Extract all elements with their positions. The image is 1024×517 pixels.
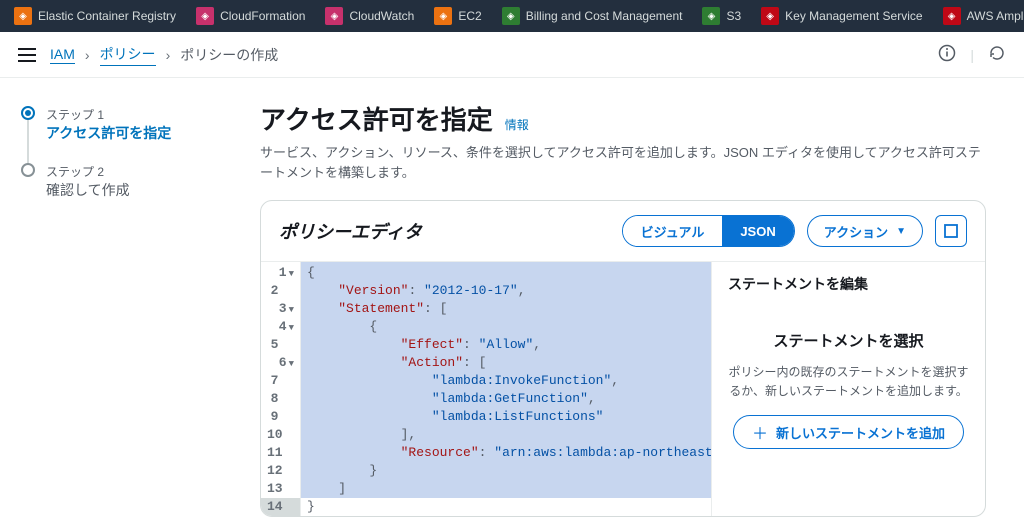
line-number: 10 bbox=[261, 426, 300, 444]
service-nav-item-amplify[interactable]: ◈ AWS Amplify bbox=[933, 0, 1024, 32]
line-number: 8 bbox=[261, 390, 300, 408]
line-number: 1▼ bbox=[261, 264, 300, 282]
line-number: 2 bbox=[261, 282, 300, 300]
fold-icon[interactable]: ▼ bbox=[289, 323, 294, 333]
line-number: 9 bbox=[261, 408, 300, 426]
line-number: 7 bbox=[261, 372, 300, 390]
step-dot-icon bbox=[21, 163, 35, 177]
side-select-title: ステートメントを選択 bbox=[728, 330, 969, 351]
step-label: ステップ 2 bbox=[46, 163, 130, 180]
step-label: ステップ 1 bbox=[46, 106, 171, 123]
service-icon: ◈ bbox=[702, 7, 720, 25]
step-title: 確認して作成 bbox=[46, 180, 130, 200]
service-label: Elastic Container Registry bbox=[38, 9, 176, 23]
service-nav-item-kms[interactable]: ◈ Key Management Service bbox=[751, 0, 932, 32]
service-icon: ◈ bbox=[325, 7, 343, 25]
service-nav-item-cloudwatch[interactable]: ◈ CloudWatch bbox=[315, 0, 424, 32]
line-number: 13 bbox=[261, 480, 300, 498]
visual-toggle[interactable]: ビジュアル bbox=[623, 216, 723, 246]
breadcrumb-bar: IAM › ポリシー › ポリシーの作成 | bbox=[0, 32, 1024, 78]
service-label: Key Management Service bbox=[785, 9, 922, 23]
service-icon: ◈ bbox=[502, 7, 520, 25]
service-icon: ◈ bbox=[196, 7, 214, 25]
step-dot-active-icon bbox=[21, 106, 35, 120]
step-title: アクセス許可を指定 bbox=[46, 123, 171, 143]
service-icon: ◈ bbox=[943, 7, 961, 25]
service-label: CloudWatch bbox=[349, 9, 414, 23]
service-label: AWS Amplify bbox=[967, 9, 1024, 23]
info-link[interactable]: 情報 bbox=[505, 116, 529, 133]
fold-icon[interactable]: ▼ bbox=[289, 269, 294, 279]
breadcrumb: IAM › ポリシー › ポリシーの作成 bbox=[50, 44, 278, 66]
breadcrumb-policies[interactable]: ポリシー bbox=[100, 44, 156, 66]
editor-mode-toggle: ビジュアル JSON bbox=[622, 215, 795, 247]
breadcrumb-current: ポリシーの作成 bbox=[180, 45, 278, 65]
json-toggle[interactable]: JSON bbox=[722, 216, 793, 246]
side-edit-title: ステートメントを編集 bbox=[728, 274, 969, 294]
step-navigation: ステップ 1 アクセス許可を指定 ステップ 2 確認して作成 bbox=[0, 78, 250, 517]
service-nav-item-ecr[interactable]: ◈ Elastic Container Registry bbox=[4, 0, 186, 32]
service-nav-bar: ◈ Elastic Container Registry ◈ CloudFormat… bbox=[0, 0, 1024, 32]
service-icon: ◈ bbox=[761, 7, 779, 25]
service-label: S3 bbox=[726, 9, 741, 23]
service-label: Billing and Cost Management bbox=[526, 9, 683, 23]
service-nav-item-ec2[interactable]: ◈ EC2 bbox=[424, 0, 491, 32]
chevron-right-icon: › bbox=[85, 47, 90, 63]
plus-icon: ＋ bbox=[752, 420, 768, 444]
actions-dropdown[interactable]: アクション ▼ bbox=[807, 215, 923, 247]
policy-editor-panel: ポリシーエディタ ビジュアル JSON アクション ▼ bbox=[260, 200, 986, 517]
page-title: アクセス許可を指定 bbox=[260, 100, 493, 137]
code-area[interactable]: { "Version": "2012-10-17", "Statement": … bbox=[301, 262, 711, 516]
line-number: 12 bbox=[261, 462, 300, 480]
line-number: 5 bbox=[261, 336, 300, 354]
line-number: 11 bbox=[261, 444, 300, 462]
service-label: EC2 bbox=[458, 9, 481, 23]
line-number: 14 bbox=[261, 498, 300, 516]
line-number: 4▼ bbox=[261, 318, 300, 336]
service-nav-item-s3[interactable]: ◈ S3 bbox=[692, 0, 751, 32]
actions-label: アクション bbox=[824, 222, 888, 241]
fullscreen-button[interactable] bbox=[935, 215, 967, 247]
chevron-right-icon: › bbox=[166, 47, 171, 63]
info-circle-icon[interactable] bbox=[938, 44, 956, 65]
line-number: 6▼ bbox=[261, 354, 300, 372]
add-statement-button[interactable]: ＋ 新しいステートメントを追加 bbox=[733, 415, 964, 449]
json-editor[interactable]: 1▼ 2 3▼ 4▼ 5 6▼ 7 8 9 10 11 12 13 bbox=[261, 262, 711, 516]
page-description: サービス、アクション、リソース、条件を選択してアクセス許可を追加します。JSON… bbox=[260, 143, 986, 182]
panel-title: ポリシーエディタ bbox=[279, 218, 422, 244]
service-nav-item-cloudformation[interactable]: ◈ CloudFormation bbox=[186, 0, 315, 32]
statement-side-panel: ステートメントを編集 ステートメントを選択 ポリシー内の既存のステートメントを選… bbox=[711, 262, 985, 516]
service-nav-item-billing[interactable]: ◈ Billing and Cost Management bbox=[492, 0, 693, 32]
menu-icon[interactable] bbox=[18, 48, 36, 62]
refresh-icon[interactable] bbox=[988, 44, 1006, 65]
add-statement-label: 新しいステートメントを追加 bbox=[776, 423, 945, 442]
step-1[interactable]: ステップ 1 アクセス許可を指定 bbox=[20, 106, 230, 163]
service-icon: ◈ bbox=[434, 7, 452, 25]
line-number: 3▼ bbox=[261, 300, 300, 318]
line-gutter: 1▼ 2 3▼ 4▼ 5 6▼ 7 8 9 10 11 12 13 bbox=[261, 262, 301, 516]
fold-icon[interactable]: ▼ bbox=[289, 359, 294, 369]
breadcrumb-root[interactable]: IAM bbox=[50, 46, 75, 64]
service-icon: ◈ bbox=[14, 7, 32, 25]
side-select-description: ポリシー内の既存のステートメントを選択するか、新しいステートメントを追加します。 bbox=[728, 363, 969, 401]
service-label: CloudFormation bbox=[220, 9, 305, 23]
caret-down-icon: ▼ bbox=[896, 226, 906, 237]
step-2[interactable]: ステップ 2 確認して作成 bbox=[20, 163, 230, 220]
fold-icon[interactable]: ▼ bbox=[289, 305, 294, 315]
